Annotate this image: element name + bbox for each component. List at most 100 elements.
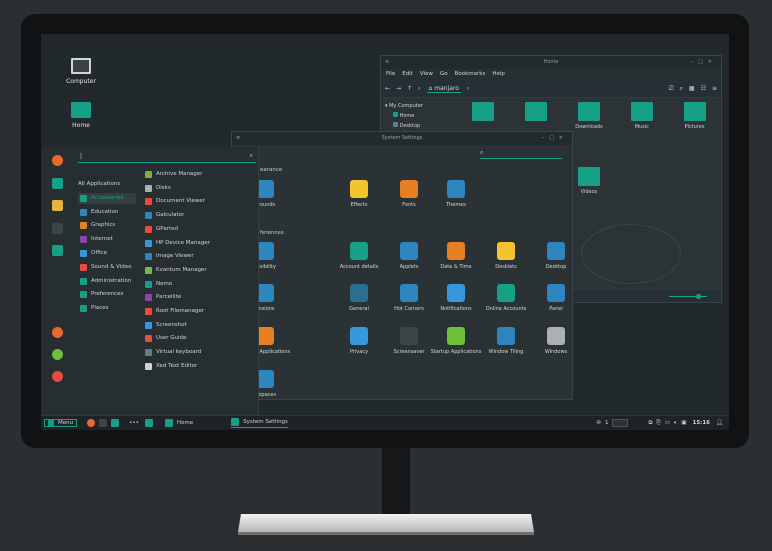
user-icon[interactable]: 👤︎ — [716, 420, 723, 426]
forward-icon[interactable]: → — [396, 85, 401, 92]
menu-app-item[interactable]: Virtual keyboard — [145, 347, 255, 358]
menu-app-item[interactable]: Image Viewer — [145, 251, 255, 262]
workspace-dots-icon[interactable]: ••• — [129, 420, 139, 426]
settings-applet[interactable]: Themes — [427, 180, 485, 208]
window-controls[interactable]: –□✕ — [542, 132, 568, 145]
menu-app-item[interactable]: HP Device Manager — [145, 238, 255, 249]
compact-view-icon[interactable]: ≡ — [712, 85, 717, 92]
app-label: Parcellite — [156, 294, 182, 301]
menu-app-item[interactable]: Galculator — [145, 210, 255, 221]
folder-label: Videos — [580, 189, 598, 195]
menu-app-item[interactable]: Root Filemanager — [145, 306, 255, 317]
menu-category[interactable]: Administration — [78, 276, 136, 287]
applet-label: Panel — [549, 306, 563, 312]
menu-category[interactable]: Preferences — [78, 289, 136, 300]
menu-app-item[interactable]: GParted — [145, 224, 255, 235]
terminal-icon[interactable]: ⎚ — [669, 85, 674, 93]
desktop-icon-home[interactable]: Home — [51, 102, 111, 129]
location-left-icon[interactable]: ‹ — [418, 85, 420, 92]
display-icon[interactable]: ⧉ — [648, 420, 652, 427]
app-icon — [145, 335, 152, 343]
menu-category[interactable]: Accessories — [78, 192, 136, 204]
location-crumb[interactable]: ⌂ manjaro — [426, 85, 461, 93]
package-icon[interactable] — [52, 200, 63, 211]
menu-view[interactable]: View — [420, 69, 433, 80]
menu-app-item[interactable]: Screenshot — [145, 320, 255, 331]
folder-icon[interactable] — [111, 419, 120, 427]
icon-view-icon[interactable]: ▦ — [689, 85, 695, 92]
window-controls[interactable]: –□✕ — [691, 56, 717, 69]
home-folder-icon — [71, 102, 91, 118]
menu-help[interactable]: Help — [492, 69, 505, 80]
list-view-icon[interactable]: ☷ — [701, 85, 706, 92]
manjaro-settings-icon[interactable] — [52, 178, 63, 189]
network-icon[interactable]: ▭ — [665, 420, 670, 426]
menu-app-item[interactable]: Xed Text Editor — [145, 361, 255, 372]
terminal-icon[interactable] — [52, 223, 63, 234]
menu-category[interactable]: All Applications — [78, 179, 136, 190]
menu-app-item[interactable]: Parcellite — [145, 292, 255, 303]
menu-bookmarks[interactable]: Bookmarks — [455, 69, 486, 80]
menu-app-item[interactable]: Archive Manager — [145, 169, 255, 180]
wallpaper-ring — [581, 224, 681, 284]
workspace-number: 1 — [604, 420, 609, 426]
logout-icon[interactable] — [52, 349, 63, 360]
workspace-switcher[interactable]: ✇ 1 — [596, 419, 629, 427]
sidebar-item-home[interactable]: Home — [385, 112, 452, 119]
folder-item-pictures[interactable]: Pictures — [668, 102, 721, 157]
menu-category[interactable]: Office — [78, 248, 136, 259]
music-folder-icon — [630, 102, 653, 121]
tray: ⧉ ⎘ ▭ 🔈︎ ▣ — [648, 420, 686, 427]
lock-icon[interactable] — [52, 327, 63, 338]
file-manager-titlebar[interactable]: ≡ Home –□✕ — [381, 56, 721, 69]
menu-category[interactable]: Education — [78, 207, 136, 218]
category-label: Internet — [91, 236, 113, 243]
updates-icon[interactable]: ▣ — [681, 420, 686, 426]
menu-category[interactable]: Internet — [78, 234, 136, 245]
search-icon[interactable]: ⌕ — [680, 85, 683, 93]
menu-category[interactable]: Graphics — [78, 220, 136, 231]
location-right-icon[interactable]: › — [467, 85, 469, 92]
power-icon[interactable] — [52, 371, 63, 382]
settings-applet[interactable]: Windows — [527, 327, 585, 355]
applet-icon — [547, 284, 565, 302]
menu-app-item[interactable]: Kvantum Manager — [145, 265, 255, 276]
firefox-icon[interactable] — [87, 419, 96, 427]
menu-app-item[interactable]: Nemo — [145, 279, 255, 290]
folder-item-music[interactable]: Music — [615, 102, 668, 157]
applet-label: Themes — [446, 202, 466, 208]
window-menu-icon[interactable]: ≡ — [385, 56, 389, 69]
clipboard-icon[interactable]: ⎘ — [656, 420, 660, 427]
zoom-slider[interactable] — [669, 296, 707, 297]
menu-app-item[interactable]: User Guide — [145, 333, 255, 344]
clock[interactable]: 15:16 — [693, 420, 711, 426]
menu-go[interactable]: Go — [440, 69, 448, 80]
window-menu-icon[interactable]: ≡ — [236, 132, 240, 145]
menu-search-input[interactable]: | ⌕ — [78, 151, 256, 163]
taskbar-label: Home — [176, 420, 194, 426]
window-title: Home — [543, 59, 559, 65]
menu-category[interactable]: Sound & Video — [78, 262, 136, 273]
taskbar-item-fm[interactable] — [144, 419, 153, 427]
menu-app-item[interactable]: Document Viewer — [145, 196, 255, 207]
menu-edit[interactable]: Edit — [402, 69, 413, 80]
settings-search-input[interactable]: ⌕ — [480, 149, 562, 159]
volume-icon[interactable]: 🔈︎ — [674, 420, 677, 427]
menu-button[interactable]: Menu — [44, 419, 78, 427]
taskbar-item-settings[interactable]: System Settings — [231, 418, 288, 428]
terminal-icon[interactable] — [99, 419, 108, 427]
back-icon[interactable]: ← — [385, 85, 390, 92]
menu-file[interactable]: File — [386, 69, 395, 80]
sidebar-item-desktop[interactable]: Desktop — [385, 122, 452, 129]
settings-applet[interactable]: Desktop — [527, 242, 585, 270]
menu-app-item[interactable]: Disks — [145, 183, 255, 194]
settings-applet[interactable]: Panel — [527, 284, 585, 312]
desktop-icon-computer[interactable]: Computer — [51, 58, 111, 85]
menu-category[interactable]: Places — [78, 303, 136, 314]
taskbar-item-home[interactable]: Home — [164, 419, 194, 427]
folder-icon[interactable] — [52, 245, 63, 256]
settings-titlebar[interactable]: ≡ System Settings –□✕ — [232, 132, 572, 145]
zoom-slider-handle[interactable] — [696, 294, 701, 299]
up-icon[interactable]: ↑ — [407, 85, 412, 92]
firefox-icon[interactable] — [52, 155, 63, 166]
